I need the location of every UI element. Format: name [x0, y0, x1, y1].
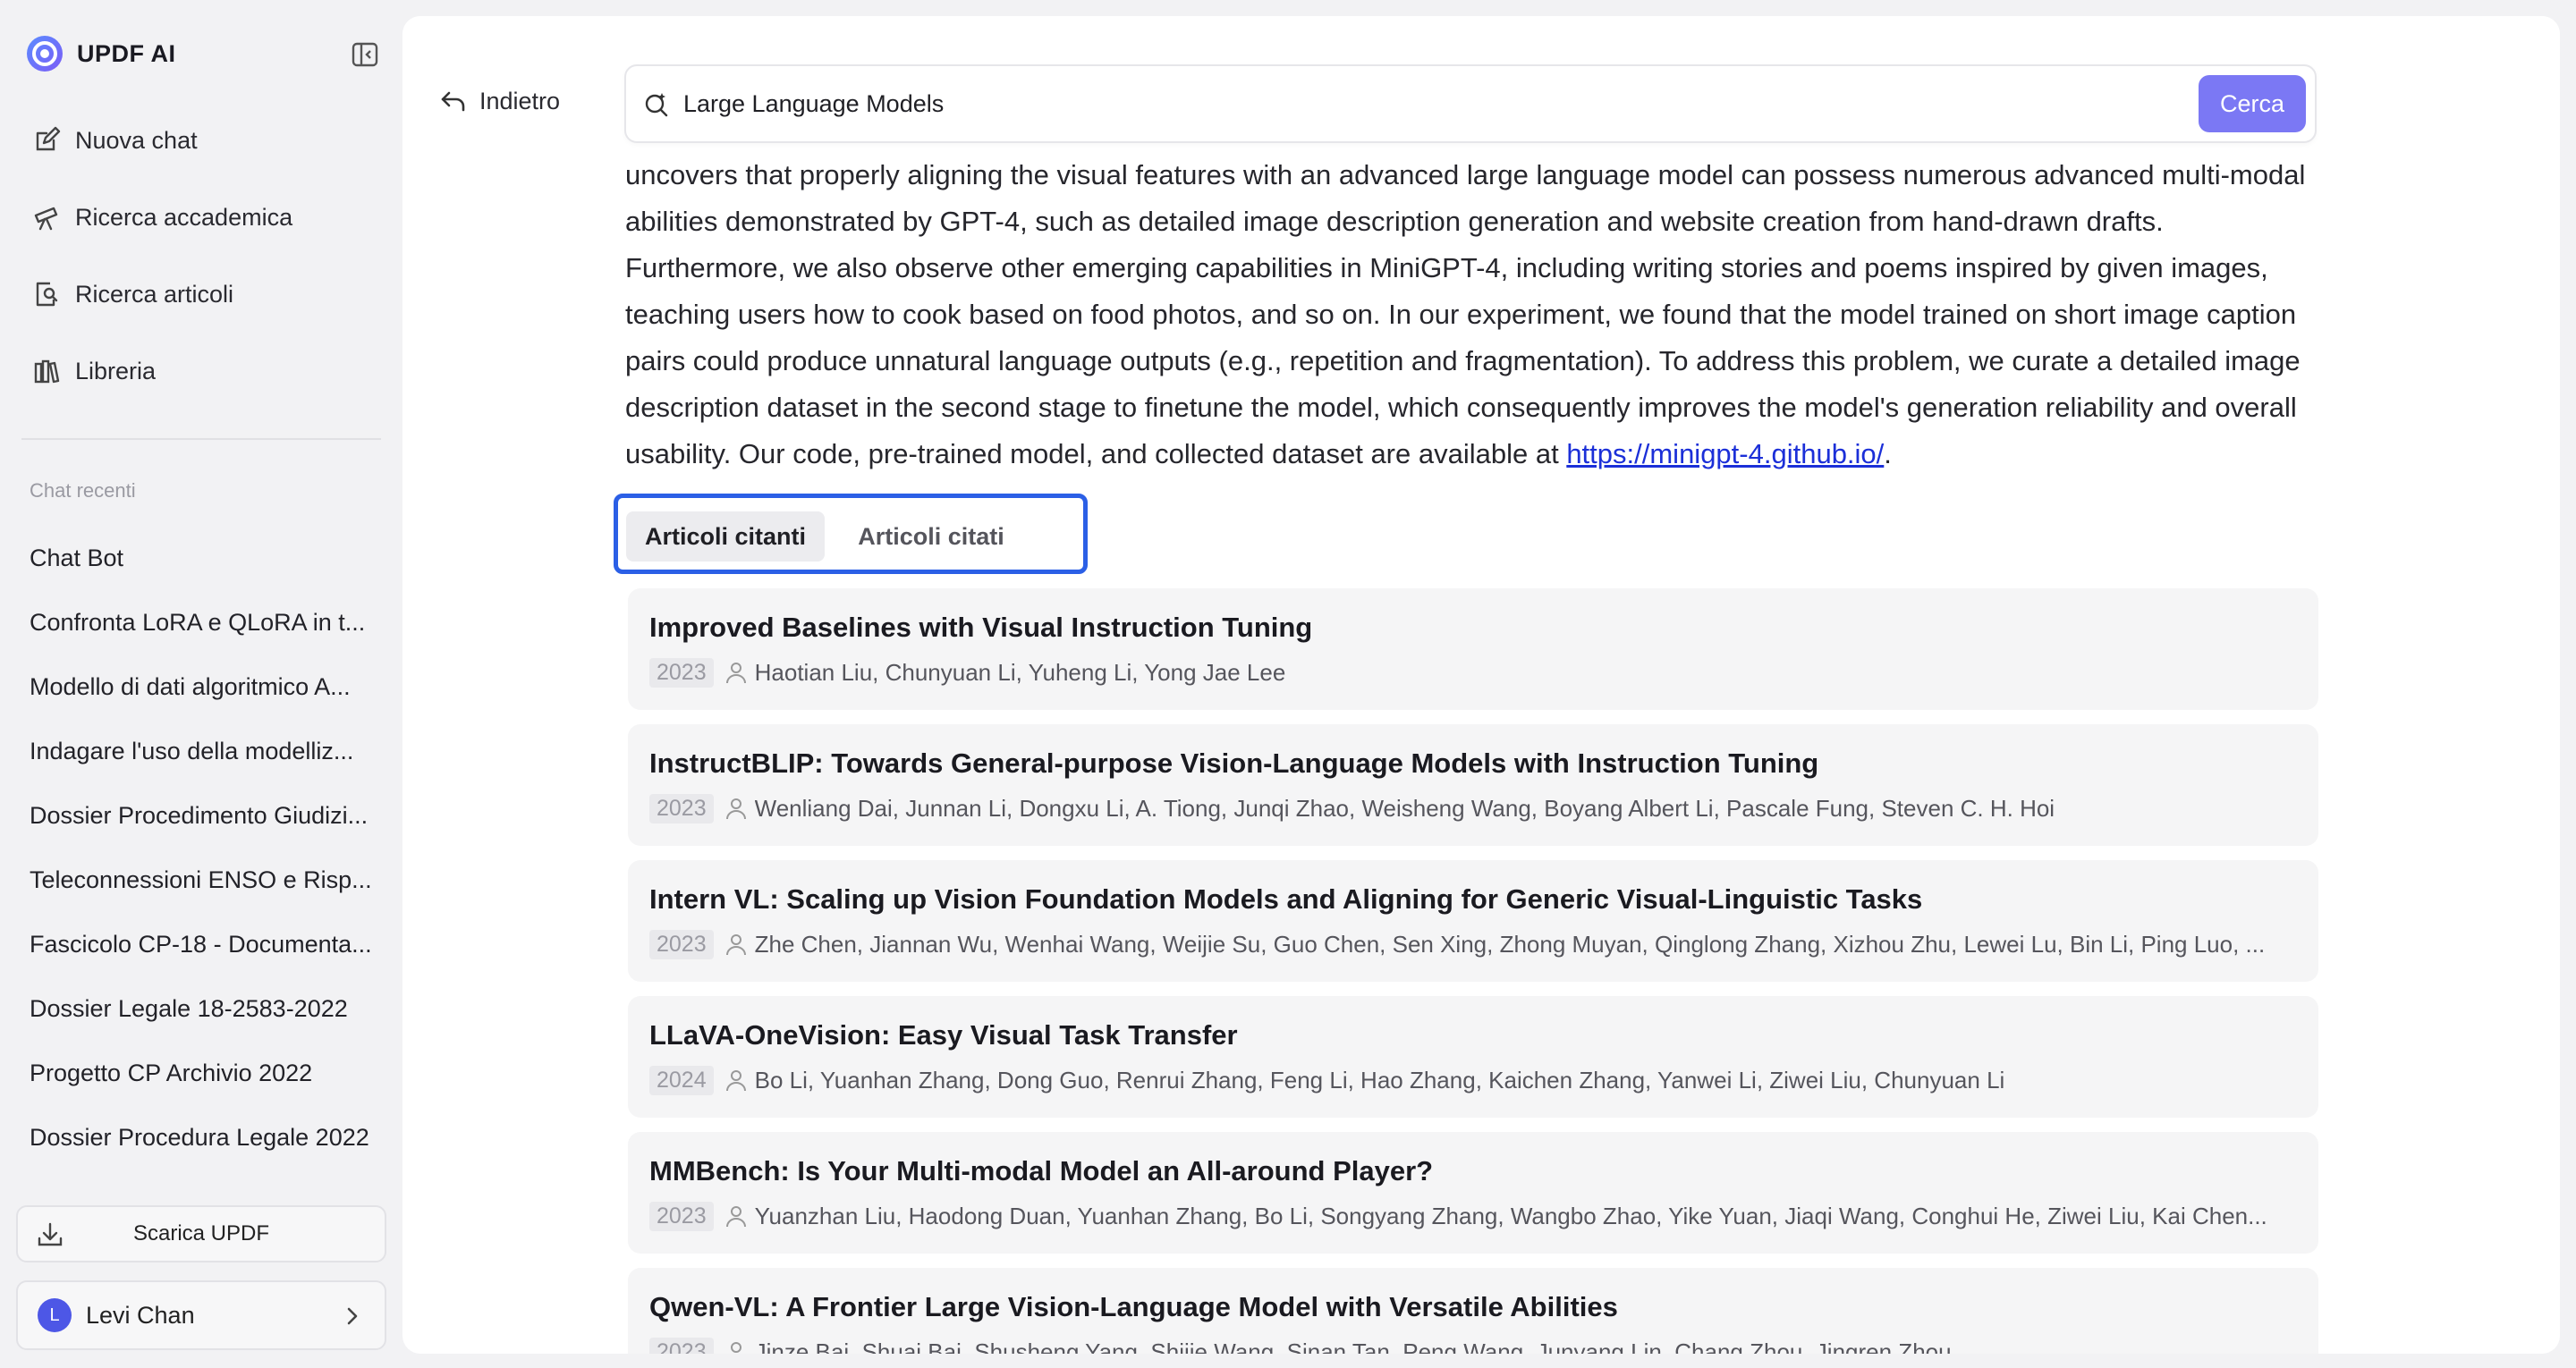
year-badge: 2023: [649, 657, 714, 688]
recent-chat-item[interactable]: Dossier Procedimento Giudizi...: [16, 783, 374, 848]
doc-search-icon: [36, 282, 58, 307]
telescope-icon: [34, 207, 58, 231]
recent-chat-item[interactable]: Confronta LoRA e QLoRA in t...: [16, 590, 374, 654]
paper-meta: 2023 Wenliang Dai, Junnan Li, Dongxu Li,…: [649, 790, 2297, 826]
paper-card[interactable]: Improved Baselines with Visual Instructi…: [628, 588, 2318, 710]
user-name: Levi Chan: [86, 1301, 195, 1329]
paper-meta: 2023 Haotian Liu, Chunyuan Li, Yuheng Li…: [649, 654, 2297, 690]
download-icon: [38, 1222, 63, 1246]
paper-card[interactable]: LLaVA-OneVision: Easy Visual Task Transf…: [628, 996, 2318, 1118]
person-icon: [725, 1070, 746, 1092]
person-icon: [730, 1342, 741, 1353]
brand[interactable]: UPDF AI: [25, 34, 176, 73]
paper-authors: Haotian Liu, Chunyuan Li, Yuheng Li, Yon…: [754, 658, 1286, 686]
year-badge: 2023: [649, 793, 714, 823]
chevron-right-icon: [347, 1307, 358, 1325]
search-bar: Cerca: [624, 64, 2317, 143]
person-icon: [725, 934, 746, 956]
updf-logo-icon: [27, 36, 63, 72]
recent-chat-item[interactable]: Dossier Procedura Legale 2022: [16, 1105, 374, 1170]
main-panel: Indietro Cerca uncovers that properly al…: [402, 16, 2560, 1354]
back-label: Indietro: [479, 87, 561, 114]
paper-meta: 2023 Yuanzhan Liu, Haodong Duan, Yuanhan…: [649, 1198, 2297, 1234]
search-input[interactable]: [683, 77, 2199, 131]
year-badge: 2023: [649, 1201, 714, 1231]
nav-item-library[interactable]: Libreria: [16, 345, 383, 397]
search-button[interactable]: Cerca: [2199, 75, 2306, 132]
ai-search-icon: [645, 93, 668, 117]
year-badge: 2023: [649, 929, 714, 959]
nav-item-label: Nuova chat: [75, 126, 198, 154]
nav-item-label: Ricerca accademica: [75, 203, 293, 231]
paper-authors: Bo Li, Yuanhan Zhang, Dong Guo, Renrui Z…: [754, 1066, 2005, 1094]
paper-title: InstructBLIP: Towards General-purpose Vi…: [649, 747, 1819, 779]
nav-item-new-chat[interactable]: Nuova chat: [16, 114, 383, 166]
person-icon: [725, 1206, 746, 1228]
recent-chats-list: Chat Bot Confronta LoRA e QLoRA in t... …: [16, 526, 374, 1170]
sidebar-collapse-icon: [352, 42, 378, 67]
avatar: L: [38, 1298, 72, 1332]
abstract-text: uncovers that properly aligning the visu…: [625, 159, 2306, 469]
paper-abstract: uncovers that properly aligning the visu…: [625, 152, 2318, 477]
edit-icon: [36, 126, 61, 151]
paper-card[interactable]: InstructBLIP: Towards General-purpose Vi…: [628, 724, 2318, 846]
nav-item-academic-search[interactable]: Ricerca accademica: [16, 191, 383, 243]
nav-item-label: Ricerca articoli: [75, 280, 234, 308]
year-badge: 2023: [649, 1337, 714, 1354]
paper-title: MMBench: Is Your Multi-modal Model an Al…: [649, 1155, 1434, 1186]
brand-name: UPDF AI: [77, 39, 176, 67]
tab-cited-articles[interactable]: Articoli citati: [842, 511, 1021, 562]
sidebar-nav: Nuova chat Ricerca accademica Ricerca ar…: [16, 114, 383, 422]
sidebar-divider: [21, 438, 381, 440]
paper-list: Improved Baselines with Visual Instructi…: [628, 588, 2318, 1354]
recent-chat-item[interactable]: Fascicolo CP-18 - Documenta...: [16, 912, 374, 976]
nav-item-article-search[interactable]: Ricerca articoli: [16, 268, 383, 320]
paper-authors: Jinze Bai, Shuai Bai, Shusheng Yang, Shi…: [754, 1338, 1952, 1355]
paper-meta: 2024 Bo Li, Yuanhan Zhang, Dong Guo, Ren…: [649, 1062, 2297, 1098]
paper-meta: 2023 Zhe Chen, Jiannan Wu, Wenhai Wang, …: [649, 926, 2297, 962]
recent-chat-item[interactable]: Chat Bot: [16, 526, 374, 590]
paper-card[interactable]: Qwen-VL: A Frontier Large Vision-Languag…: [628, 1268, 2318, 1354]
paper-title: Improved Baselines with Visual Instructi…: [649, 612, 1313, 643]
download-label: Scarica UPDF: [132, 1221, 270, 1246]
recent-chat-item[interactable]: Modello di dati algoritmico A...: [16, 654, 374, 719]
paper-title: Intern VL: Scaling up Vision Foundation …: [649, 883, 1923, 915]
download-updf-button[interactable]: Scarica UPDF: [16, 1205, 386, 1262]
recent-chat-item[interactable]: Teleconnessioni ENSO e Risp...: [16, 848, 374, 912]
nav-item-label: Libreria: [75, 357, 157, 384]
paper-authors: Yuanzhan Liu, Haodong Duan, Yuanhan Zhan…: [754, 1202, 2267, 1229]
collapse-sidebar-button[interactable]: [351, 41, 379, 68]
person-icon: [725, 663, 746, 684]
paper-authors: Zhe Chen, Jiannan Wu, Wenhai Wang, Weiji…: [754, 930, 2266, 958]
recent-chats-title: Chat recenti: [30, 479, 136, 502]
person-icon: [725, 798, 746, 820]
user-profile-button[interactable]: L Levi Chan: [16, 1280, 386, 1350]
paper-card[interactable]: MMBench: Is Your Multi-modal Model an Al…: [628, 1132, 2318, 1254]
recent-chat-item[interactable]: Dossier Legale 18-2583-2022: [16, 976, 374, 1041]
paper-card[interactable]: Intern VL: Scaling up Vision Foundation …: [628, 860, 2318, 982]
recent-chat-item[interactable]: Indagare l'uso della modelliz...: [16, 719, 374, 783]
sidebar: UPDF AI Nuova chat Ricerca accademica Ri…: [0, 0, 402, 1368]
back-button[interactable]: Indietro: [438, 86, 560, 116]
year-badge: 2024: [649, 1065, 714, 1095]
project-link[interactable]: https://minigpt-4.github.io/: [1566, 438, 1884, 469]
paper-title: Qwen-VL: A Frontier Large Vision-Languag…: [649, 1291, 1618, 1322]
recent-chat-item[interactable]: Progetto CP Archivio 2022: [16, 1041, 374, 1105]
paper-meta: 2023 Jinze Bai, Shuai Bai, Shusheng Yang…: [649, 1334, 2297, 1354]
library-icon: [34, 359, 60, 384]
paper-authors: Wenliang Dai, Junnan Li, Dongxu Li, A. T…: [754, 794, 2055, 822]
abstract-end: .: [1884, 438, 1892, 469]
paper-title: LLaVA-OneVision: Easy Visual Task Transf…: [649, 1019, 1238, 1051]
tab-citing-articles[interactable]: Articoli citanti: [626, 511, 825, 562]
back-arrow-icon: [441, 91, 465, 112]
citation-tabs: Articoli citanti Articoli citati: [614, 494, 1088, 574]
